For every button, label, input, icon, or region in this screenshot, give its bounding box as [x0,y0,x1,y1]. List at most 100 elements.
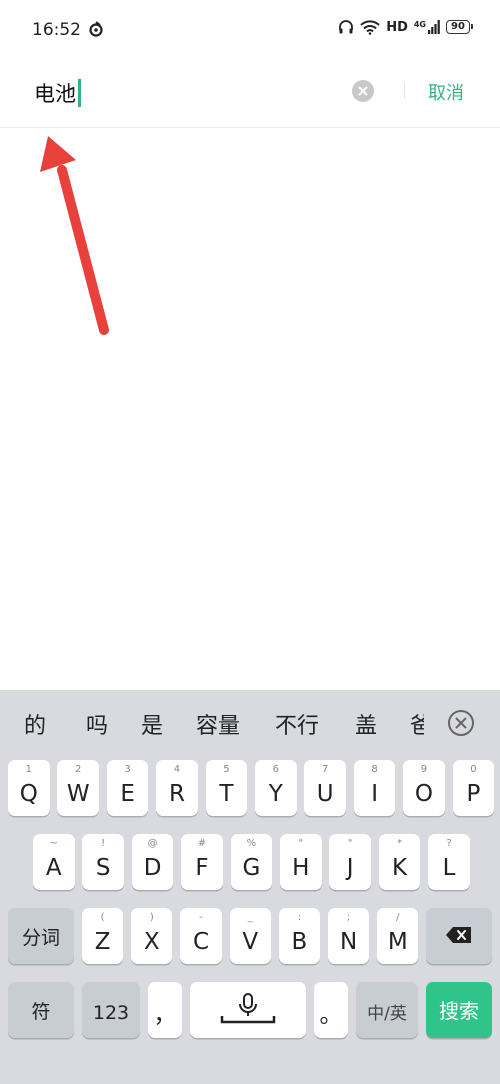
key-a[interactable]: ~ A [33,834,75,890]
backspace-icon [446,927,471,943]
key-label: P [466,781,481,807]
key-sub-label: : [297,912,302,923]
signal-bars-icon [428,20,440,34]
key-label: E [120,781,135,807]
key-n[interactable]: ; N [328,908,370,964]
search-key[interactable]: 搜索 [426,982,492,1038]
key-k[interactable]: * K [378,834,421,890]
key-c[interactable]: -C [180,908,222,964]
key-i[interactable]: 8I [353,760,396,816]
key-sub-label: / [396,912,400,923]
symbol-key[interactable]: 符 [8,982,74,1038]
clear-search-button[interactable] [352,80,374,102]
key-v[interactable]: _ V [229,908,271,964]
key-e[interactable]: 3E [106,760,149,816]
segment-key[interactable]: 分词 [8,908,74,964]
key-d[interactable]: @ D [131,834,174,890]
key-r[interactable]: 4R [156,760,198,816]
key-j[interactable]: " J [329,834,371,890]
key-sub-label: 5 [223,764,230,775]
key-m[interactable]: / M [377,908,419,964]
space-key[interactable] [190,982,306,1038]
key-label: C [192,929,210,955]
close-icon [358,86,368,96]
key-g[interactable]: % G [230,834,273,890]
key-label: N [339,929,358,955]
key-sub-label: ? [446,838,452,849]
key-s[interactable]: ! S [82,834,124,890]
candidate-word[interactable]: 的 [24,708,46,740]
comma-key[interactable]: ， [148,982,182,1038]
key-label: K [392,855,408,881]
key-sub-label: 6 [272,764,279,775]
key-sub-label: ! [101,838,106,849]
key-label: J [346,855,354,881]
key-label: S [95,855,111,881]
language-toggle-key[interactable]: 中/英 [356,982,418,1038]
key-q[interactable]: 1Q [8,760,50,816]
key-label: W [66,781,90,807]
key-label: A [45,855,62,881]
key-o[interactable]: 9O [403,760,445,816]
app-notification-icon [89,21,103,37]
key-label: M [387,929,408,955]
key-z[interactable]: (Z [82,908,124,964]
status-indicators: HD 4G 90 [338,19,473,35]
key-sub-label: 0 [470,764,477,775]
key-label: L [442,855,456,881]
candidate-word[interactable]: 吗 [86,708,108,740]
key-sub-label: " [298,838,304,849]
key-y[interactable]: 6Y [255,760,297,816]
key-sub-label: 4 [173,764,181,775]
candidate-word[interactable]: 爸 [410,708,424,740]
key-label: O [414,781,434,807]
key-label: U [316,781,334,807]
signal-indicator: 4G [414,20,440,34]
key-sub-label: ~ [49,838,58,849]
candidate-bar: 的 吗 是 容量 不行 盖 爸 [0,690,500,754]
key-sub-label: 7 [322,764,329,775]
symbol-key-label: 符 [31,1001,51,1023]
search-input[interactable]: 电池 [34,78,81,108]
key-sub-label: 9 [420,764,428,775]
wifi-icon [360,20,380,35]
key-t[interactable]: 5T [205,760,248,816]
key-l[interactable]: ? L [428,834,470,890]
period-key[interactable]: 。 [314,982,348,1038]
numbers-key[interactable]: 123 [82,982,140,1038]
candidate-word[interactable]: 容量 [196,708,240,740]
key-sub-label: 1 [25,764,32,775]
key-p[interactable]: 0P [452,760,495,816]
key-sub-label: _ [247,912,253,923]
key-sub-label: 2 [75,764,82,775]
key-sub-label: 3 [124,764,131,775]
key-sub-label: % [246,838,257,849]
key-x[interactable]: ) X [131,908,173,964]
close-icon [455,717,467,729]
keyboard: 的 吗 是 容量 不行 盖 爸 1Q2W3E4R5T6Y7U8I9O0P ~ A!… [0,690,500,1084]
battery-indicator: 90 [446,20,473,34]
key-label: B [291,929,308,955]
candidate-word[interactable]: 盖 [355,708,377,740]
key-label: T [219,781,234,807]
backspace-key[interactable] [426,908,492,964]
key-f[interactable]: # F [181,834,223,890]
microphone-icon [220,993,276,1024]
key-label: D [143,855,162,881]
key-sub-label: # [197,838,207,849]
candidate-word[interactable]: 是 [141,708,163,740]
close-candidates-button[interactable] [448,710,474,736]
language-toggle-label: 中/英 [367,1004,407,1024]
key-label: F [195,855,209,881]
key-label: X [143,929,160,955]
network-hd-label: HD [386,19,408,35]
candidate-word[interactable]: 不行 [275,708,319,740]
key-sub-label: ) [149,912,154,923]
headphones-icon [339,20,354,34]
status-bar: 16:52 HD 4G 90 [0,0,500,60]
key-b[interactable]: :B [278,908,320,964]
key-h[interactable]: " H [280,834,322,890]
key-u[interactable]: 7U [304,760,346,816]
key-w[interactable]: 2W [57,760,99,816]
cancel-button[interactable]: 取消 [428,79,464,105]
